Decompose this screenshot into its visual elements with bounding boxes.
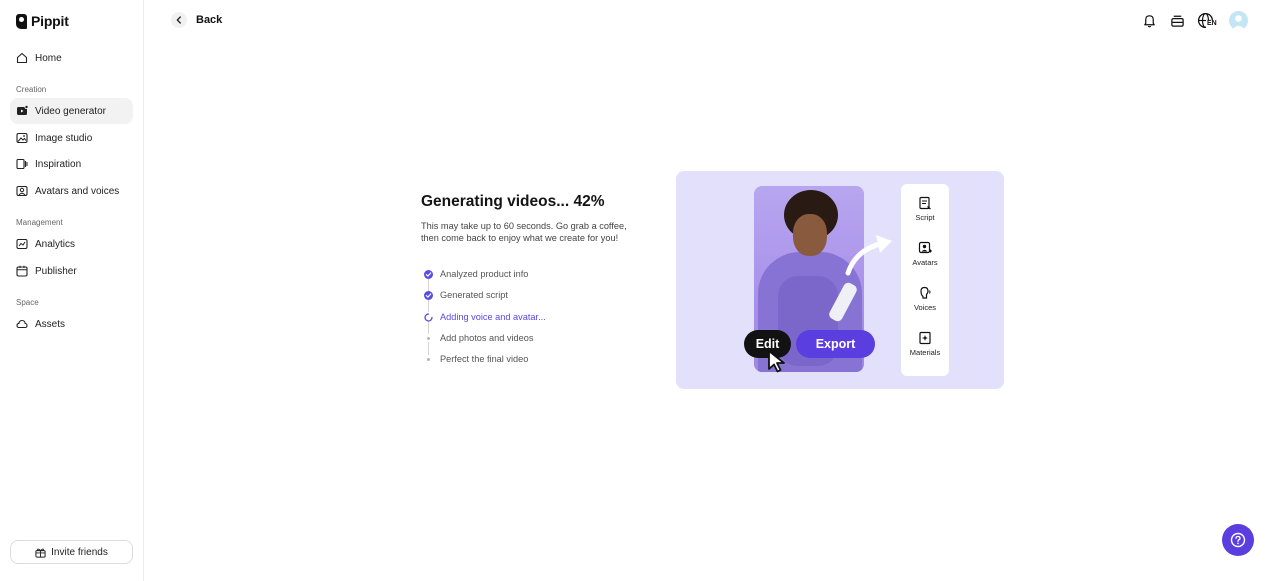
cloud-icon [16,319,28,329]
side-item-voices: Voices [901,286,949,312]
description-line-2: then come back to enjoy what we create f… [421,233,619,243]
back-button[interactable]: Back [171,12,222,28]
voice-icon [920,286,931,299]
home-icon [16,52,28,64]
sidebar-item-avatars-voices[interactable]: Avatars and voices [10,178,133,204]
logo-text: Pippit [31,13,69,29]
side-item-label: Avatars [912,258,938,267]
image-studio-icon [16,132,28,144]
side-item-script: Script [901,196,949,222]
side-item-label: Voices [913,303,937,312]
description-line-1: This may take up to 60 seconds. Go grab … [421,221,627,231]
invite-friends-label: Invite friends [51,546,108,558]
curved-arrow-icon [845,235,892,276]
section-management: Management [16,218,63,227]
sidebar: Pippit Home Creation Video generator Ima… [0,0,144,581]
sidebar-item-home[interactable]: Home [10,45,133,71]
invite-friends-button[interactable]: Invite friends [10,540,133,564]
inspiration-icon [16,158,28,170]
sidebar-item-label: Avatars and voices [35,185,120,197]
gift-icon [35,548,46,558]
sidebar-item-image-studio[interactable]: Image studio [10,125,133,151]
sidebar-item-label: Home [35,52,62,64]
script-icon [919,196,931,210]
step-connector [428,299,429,312]
sidebar-item-label: Image studio [35,132,93,144]
bell-icon[interactable] [1141,13,1157,29]
question-icon [1230,532,1246,548]
analytics-icon [16,238,28,250]
step-label: Generated script [440,290,508,300]
materials-icon [919,331,931,345]
calendar-icon [16,265,28,277]
sidebar-item-inspiration[interactable]: Inspiration [10,151,133,177]
pending-dot-icon [427,358,430,361]
generation-description: This may take up to 60 seconds. Go grab … [421,220,661,244]
language-selector[interactable]: EN [1197,12,1218,30]
sidebar-item-label: Analytics [35,238,76,250]
feature-side-panel: Script Avatars Voices Materials [901,184,949,376]
side-item-avatars: Avatars [901,241,949,267]
step-label: Perfect the final video [440,354,529,364]
sidebar-item-video-generator[interactable]: Video generator [10,98,133,124]
cursor-icon [768,350,785,373]
step-label: Adding voice and avatar... [440,312,546,322]
side-item-label: Materials [909,348,941,357]
sidebar-item-assets[interactable]: Assets [10,311,133,337]
loading-spinner-icon [424,313,433,322]
side-item-label: Script [915,213,935,222]
step-connector [428,342,429,355]
back-label: Back [196,14,223,26]
avatars-voices-icon [16,185,28,197]
pippit-logo-icon [16,13,27,29]
side-item-materials: Materials [901,331,949,357]
step-label: Add photos and videos [440,333,534,343]
language-code: EN [1206,19,1218,28]
section-creation: Creation [16,85,47,94]
generation-title: Generating videos... 42% [421,193,605,210]
logo[interactable]: Pippit [16,13,69,29]
sidebar-item-label: Inspiration [35,158,82,170]
check-circle-icon [424,270,433,279]
sidebar-item-label: Video generator [35,105,106,117]
step-connector [428,278,429,291]
help-button[interactable] [1222,524,1254,556]
step-label: Analyzed product info [440,269,529,279]
chevron-left-icon [171,12,187,28]
sidebar-item-publisher[interactable]: Publisher [10,258,133,284]
sidebar-item-label: Publisher [35,265,77,277]
user-icon [1232,15,1245,30]
face-shape [793,214,827,256]
pending-dot-icon [427,337,430,340]
inbox-stack-icon[interactable] [1169,13,1185,29]
app-root: Pippit Home Creation Video generator Ima… [0,0,1280,581]
section-space: Space [16,298,39,307]
video-generator-icon [17,105,28,115]
step-connector [428,321,429,334]
avatar-plus-icon [918,241,932,254]
export-button: Export [796,330,875,358]
preview-illustration: Script Avatars Voices Materials Edit Exp… [676,171,1004,389]
sidebar-item-analytics[interactable]: Analytics [10,231,133,257]
sidebar-item-label: Assets [35,318,66,330]
topbar-actions: EN [1141,11,1248,30]
check-circle-icon [424,291,433,300]
user-avatar[interactable] [1229,11,1248,30]
